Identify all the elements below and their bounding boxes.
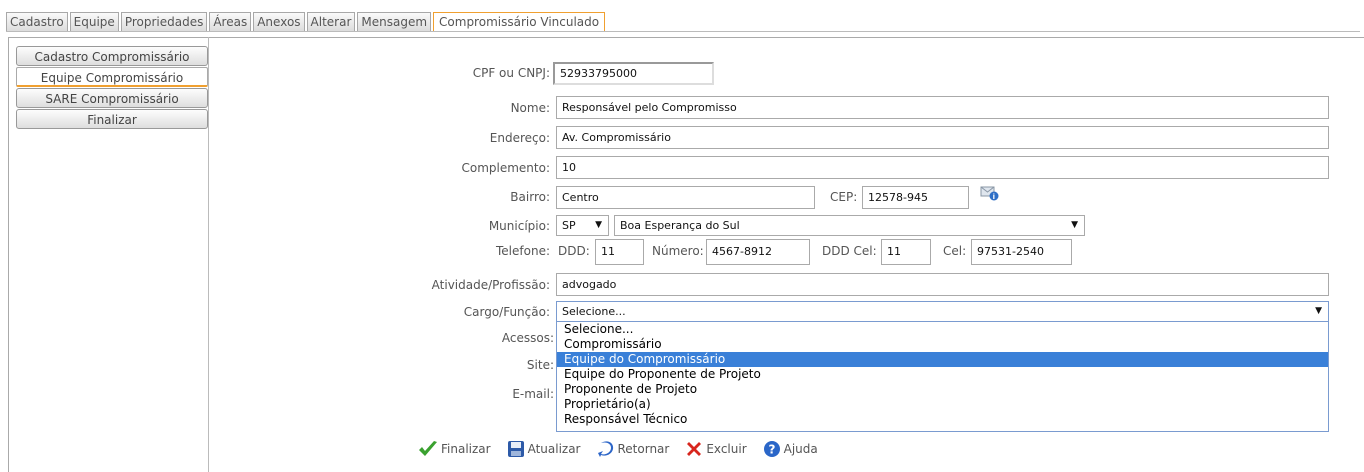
excluir-label: Excluir — [706, 442, 747, 456]
bairro-field[interactable]: Centro — [556, 186, 815, 209]
tab-mensagem[interactable]: Mensagem — [357, 12, 432, 31]
nome-label: Nome: — [510, 101, 550, 115]
retornar-button[interactable]: Retornar — [597, 440, 670, 458]
tab-alterar[interactable]: Alterar — [306, 12, 356, 31]
chevron-down-icon: ▼ — [1315, 306, 1322, 316]
cep-label: CEP: — [830, 190, 858, 204]
chevron-down-icon: ▼ — [595, 220, 602, 230]
bairro-label: Bairro: — [510, 190, 550, 204]
cargo-label: Cargo/Função: — [463, 305, 550, 319]
sidebar-item-cadastro-compromissario[interactable]: Cadastro Compromissário — [16, 46, 208, 66]
ddd-cel-label: DDD Cel: — [822, 244, 877, 258]
cargo-option-highlighted[interactable]: Equipe do Compromissário — [557, 352, 1328, 367]
checkmark-icon — [419, 441, 437, 456]
sidebar: Cadastro Compromissário Equipe Compromis… — [16, 46, 208, 130]
email-label: E-mail: — [512, 387, 554, 401]
cpf-field[interactable]: 52933795000 — [553, 62, 714, 85]
top-tab-bar: Cadastro Equipe Propriedades Áreas Anexo… — [6, 12, 607, 31]
chevron-down-icon: ▼ — [1071, 220, 1078, 230]
finalizar-label: Finalizar — [441, 442, 491, 456]
help-icon: ? — [763, 441, 780, 457]
complemento-label: Complemento: — [461, 161, 550, 175]
cep-field[interactable]: 12578-945 — [862, 186, 969, 209]
endereco-label: Endereço: — [489, 131, 550, 145]
uf-select-value: SP — [562, 219, 576, 232]
cargo-option[interactable]: Proprietário(a) — [557, 397, 1328, 412]
tab-anexos[interactable]: Anexos — [253, 12, 305, 31]
numero-field[interactable]: 4567-8912 — [706, 239, 810, 265]
sidebar-item-sare-compromissario[interactable]: SARE Compromissário — [16, 88, 208, 108]
retornar-label: Retornar — [617, 442, 670, 456]
tab-divider — [6, 31, 1360, 32]
atualizar-label: Atualizar — [527, 442, 581, 456]
ddd-cel-field[interactable]: 11 — [881, 239, 931, 265]
cargo-option[interactable]: Responsável Técnico — [557, 412, 1328, 427]
ajuda-button[interactable]: ? Ajuda — [763, 440, 818, 458]
svg-text:i: i — [993, 193, 995, 201]
atividade-field[interactable]: advogado — [556, 273, 1329, 296]
atualizar-button[interactable]: Atualizar — [507, 440, 581, 458]
mail-info-icon[interactable]: i — [980, 185, 1000, 204]
return-arrow-icon — [597, 441, 613, 457]
ddd-field[interactable]: 11 — [595, 239, 644, 265]
municipio-select[interactable]: Boa Esperança do Sul ▼ — [614, 215, 1085, 236]
cargo-option[interactable]: Proponente de Projeto — [557, 382, 1328, 397]
municipio-label: Município: — [488, 219, 550, 233]
municipio-select-value: Boa Esperança do Sul — [620, 219, 740, 232]
cargo-dropdown-list: Selecione... Compromissário Equipe do Co… — [556, 321, 1329, 432]
tab-compromissario-vinculado[interactable]: Compromissário Vinculado — [433, 12, 606, 31]
finalizar-button[interactable]: Finalizar — [418, 440, 491, 458]
action-bar: Finalizar Atualizar Retornar Excluir ? A… — [418, 440, 834, 458]
cpf-label: CPF ou CNPJ: — [472, 66, 550, 80]
numero-label: Número: — [652, 244, 704, 258]
cargo-select-value: Selecione... — [562, 305, 626, 318]
excluir-button[interactable]: Excluir — [685, 440, 747, 458]
svg-text:?: ? — [768, 443, 775, 457]
telefone-label: Telefone: — [496, 244, 550, 258]
sidebar-divider — [208, 37, 209, 472]
red-x-icon — [687, 442, 702, 456]
sidebar-item-equipe-compromissario[interactable]: Equipe Compromissário — [16, 67, 208, 87]
cargo-option[interactable]: Equipe do Proponente de Projeto — [557, 367, 1328, 382]
ajuda-label: Ajuda — [783, 442, 818, 456]
tab-areas[interactable]: Áreas — [209, 12, 252, 31]
endereco-field[interactable]: Av. Compromissário — [556, 126, 1329, 149]
save-disk-icon — [507, 441, 524, 457]
atividade-label: Atividade/Profissão: — [431, 278, 550, 292]
cargo-option[interactable]: Compromissário — [557, 337, 1328, 352]
acessos-label: Acessos: — [501, 331, 554, 345]
sidebar-item-finalizar[interactable]: Finalizar — [16, 109, 208, 129]
cel-label: Cel: — [943, 244, 967, 258]
cel-field[interactable]: 97531-2540 — [971, 239, 1072, 265]
tab-cadastro[interactable]: Cadastro — [6, 12, 68, 31]
cargo-option[interactable]: Selecione... — [557, 322, 1328, 337]
tab-equipe[interactable]: Equipe — [69, 12, 119, 31]
nome-field[interactable]: Responsável pelo Compromisso — [556, 96, 1329, 119]
site-label: Site: — [526, 358, 554, 372]
complemento-field[interactable]: 10 — [556, 156, 1329, 179]
ddd-label: DDD: — [558, 244, 590, 258]
tab-propriedades[interactable]: Propriedades — [120, 12, 208, 31]
cargo-select[interactable]: Selecione... ▼ — [556, 301, 1329, 322]
uf-select[interactable]: SP ▼ — [556, 215, 609, 236]
